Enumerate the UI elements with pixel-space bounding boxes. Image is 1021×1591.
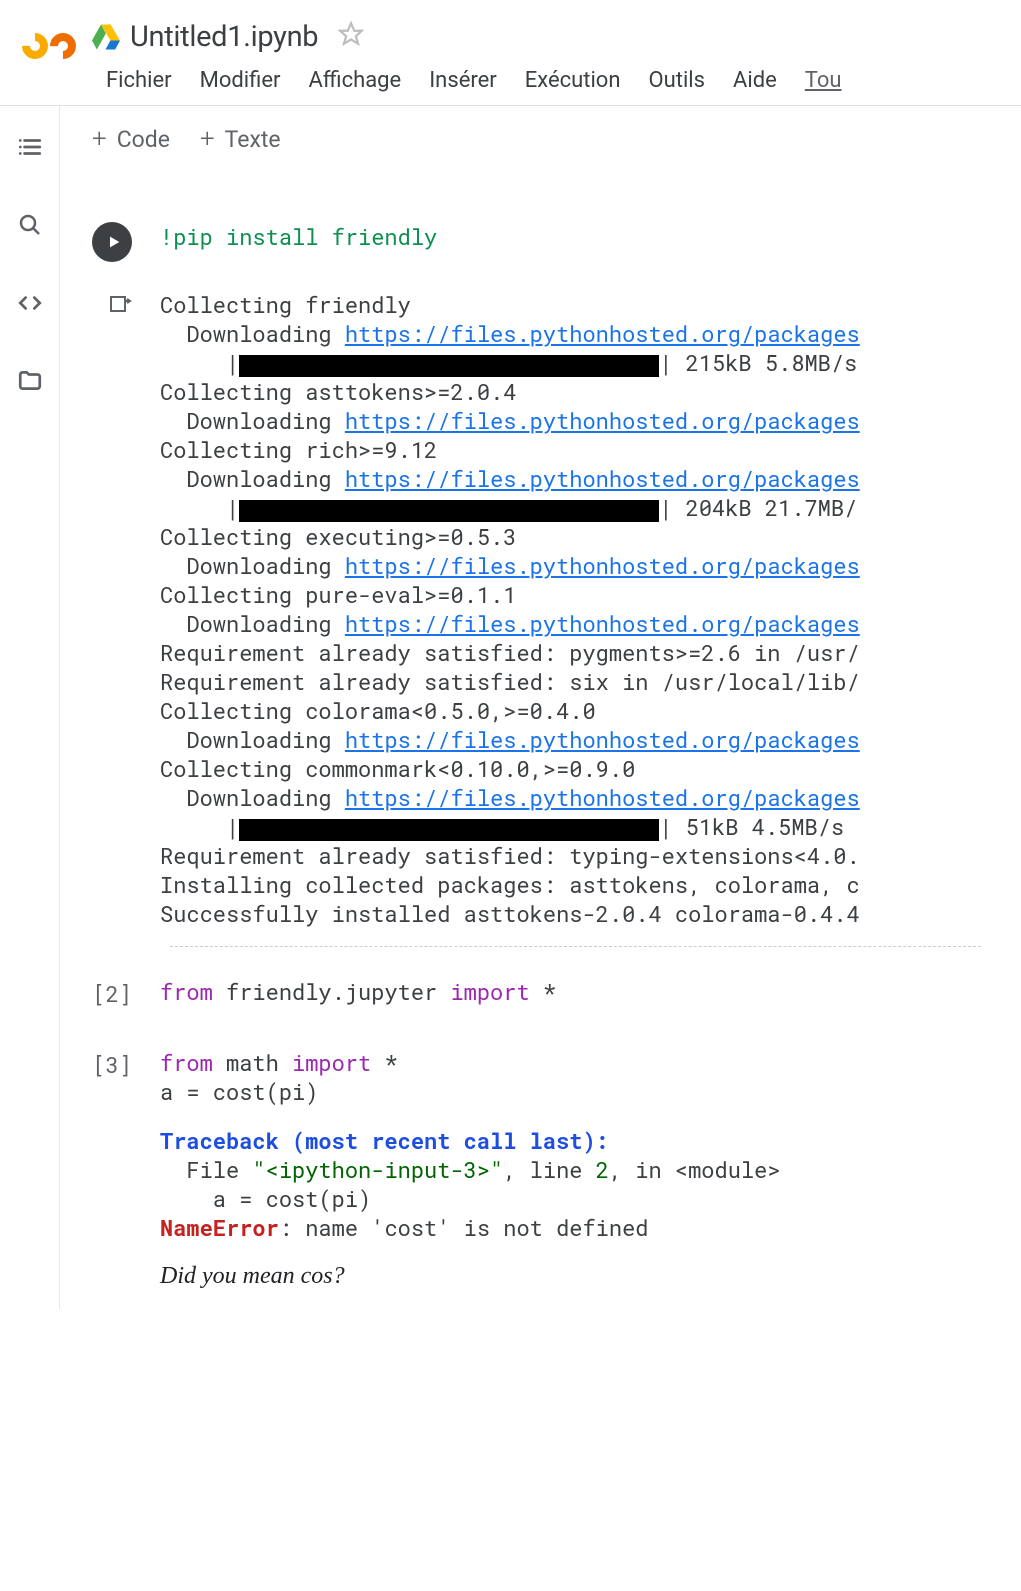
document-title[interactable]: Untitled1.ipynb — [130, 20, 318, 54]
execution-count: [3] — [92, 1048, 132, 1079]
output-text: Collecting friendly Downloading https://… — [160, 290, 1021, 928]
menubar: Fichier Modifier Affichage Insérer Exécu… — [92, 60, 1021, 105]
cell-source[interactable]: from math import * a = cost(pi) — [160, 1048, 1021, 1106]
add-text-label: Texte — [225, 126, 281, 153]
traceback: Traceback (most recent call last): File … — [160, 1126, 1021, 1291]
plus-icon: + — [92, 124, 107, 154]
plus-icon: + — [200, 124, 215, 154]
drive-icon — [92, 23, 120, 51]
menu-affichage[interactable]: Affichage — [294, 68, 415, 93]
cells-container: !pip install friendly Collecting friendl… — [60, 172, 1021, 1291]
run-button[interactable] — [92, 222, 132, 262]
cell-output: Collecting friendly Downloading https://… — [60, 290, 1021, 928]
colab-logo[interactable] — [0, 8, 92, 66]
colab-logo-right — [45, 28, 82, 65]
code-cell[interactable]: !pip install friendly — [60, 222, 1021, 262]
menu-aide[interactable]: Aide — [719, 68, 791, 93]
menu-fichier[interactable]: Fichier — [92, 68, 186, 93]
code-snippets-icon[interactable] — [17, 290, 43, 316]
cell-output-error: Traceback (most recent call last): File … — [60, 1126, 1021, 1291]
execution-count: [2] — [92, 977, 132, 1008]
add-code-button[interactable]: + Code — [92, 124, 170, 154]
cell-toolbar: + Code + Texte — [60, 106, 1021, 172]
star-icon[interactable] — [338, 21, 364, 54]
clear-output-icon[interactable] — [108, 292, 132, 316]
cell-source[interactable]: !pip install friendly — [160, 222, 1021, 251]
header: Untitled1.ipynb Fichier Modifier Afficha… — [0, 0, 1021, 106]
code-cell[interactable]: [3] from math import * a = cost(pi) — [60, 1048, 1021, 1106]
content-area: + Code + Texte !pip install friendly — [60, 106, 1021, 1309]
menu-outils[interactable]: Outils — [635, 68, 720, 93]
cell-divider — [170, 946, 981, 947]
menu-execution[interactable]: Exécution — [511, 68, 635, 93]
files-icon[interactable] — [17, 368, 43, 394]
colab-logo-left — [17, 28, 54, 65]
search-icon[interactable] — [17, 212, 43, 238]
friendly-hint: Did you mean cos? — [160, 1262, 1021, 1291]
add-code-label: Code — [117, 126, 170, 153]
code-cell[interactable]: [2] from friendly.jupyter import * — [60, 977, 1021, 1008]
sidebar — [0, 106, 60, 1309]
menu-modifier[interactable]: Modifier — [186, 68, 295, 93]
menu-more[interactable]: Tou — [791, 68, 856, 93]
toc-icon[interactable] — [17, 134, 43, 160]
add-text-button[interactable]: + Texte — [200, 124, 281, 154]
cell-source[interactable]: from friendly.jupyter import * — [160, 977, 1021, 1006]
menu-inserer[interactable]: Insérer — [415, 68, 511, 93]
